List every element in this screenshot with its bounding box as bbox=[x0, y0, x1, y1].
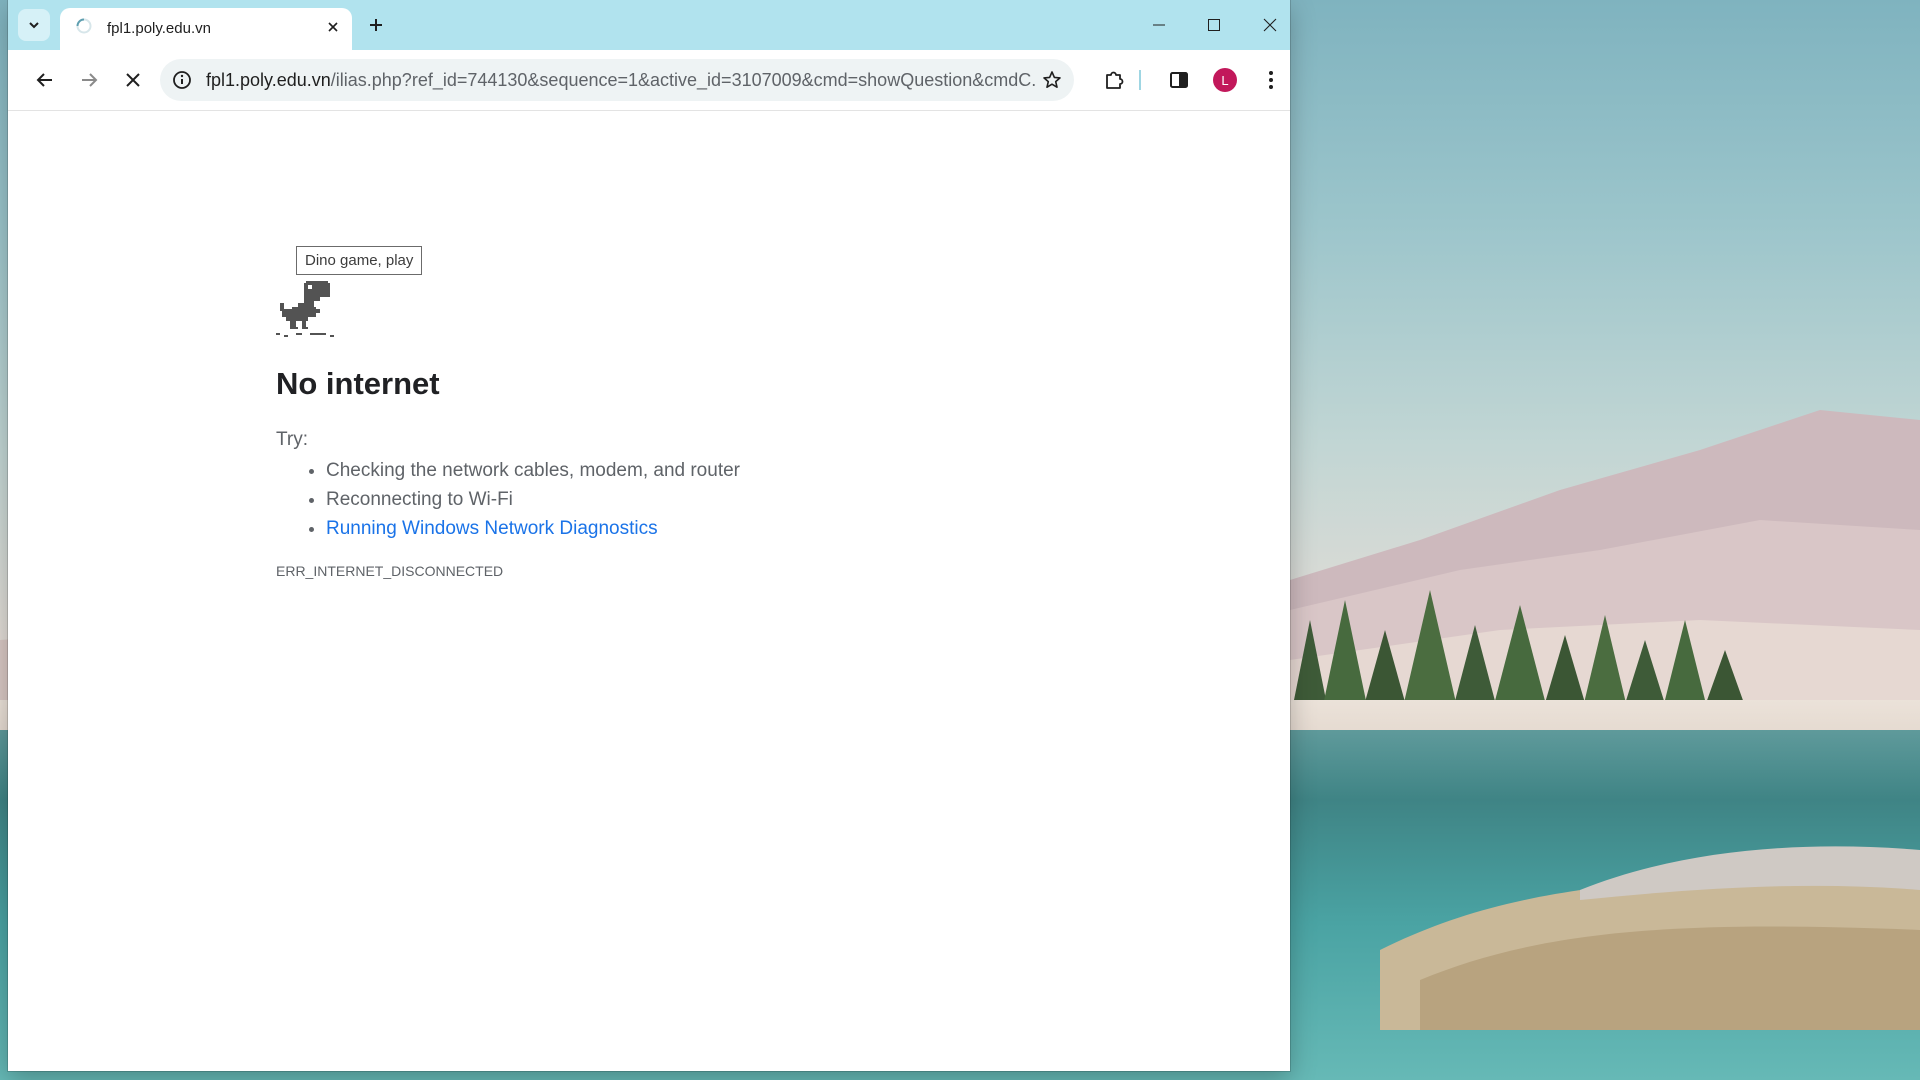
site-info-button[interactable] bbox=[166, 64, 198, 96]
new-tab-button[interactable] bbox=[360, 9, 392, 41]
spinner-icon bbox=[76, 18, 92, 34]
maximize-icon bbox=[1208, 19, 1220, 31]
profile-button[interactable]: L bbox=[1207, 62, 1243, 98]
star-icon bbox=[1043, 71, 1061, 88]
stop-loading-button[interactable] bbox=[115, 62, 151, 98]
forward-button[interactable] bbox=[71, 62, 107, 98]
maximize-button[interactable] bbox=[1186, 0, 1242, 50]
arrow-left-icon bbox=[36, 73, 52, 87]
active-tab[interactable]: fpl1.poly.edu.vn bbox=[60, 8, 352, 50]
puzzle-icon bbox=[1106, 71, 1124, 89]
list-item: Running Windows Network Diagnostics bbox=[326, 514, 740, 543]
url-path: /ilias.php?ref_id=744130&sequence=1&acti… bbox=[330, 70, 1036, 90]
browser-menu-button[interactable] bbox=[1253, 62, 1289, 98]
tab-search-button[interactable] bbox=[18, 9, 50, 41]
tab-title: fpl1.poly.edu.vn bbox=[107, 20, 211, 37]
dino-icon[interactable] bbox=[276, 281, 336, 339]
minimize-icon bbox=[1153, 24, 1165, 26]
dino-tooltip: Dino game, play bbox=[296, 246, 423, 275]
url-text[interactable]: fpl1.poly.edu.vn/ilias.php?ref_id=744130… bbox=[206, 70, 1036, 91]
info-icon bbox=[173, 71, 191, 89]
toolbar-separator bbox=[1139, 70, 1141, 90]
avatar: L bbox=[1213, 68, 1237, 92]
close-icon bbox=[126, 73, 140, 87]
url-host: fpl1.poly.edu.vn bbox=[206, 70, 331, 90]
list-item: Reconnecting to Wi-Fi bbox=[326, 485, 740, 514]
suggestions-list: Checking the network cables, modem, and … bbox=[276, 456, 740, 543]
side-panel-button[interactable] bbox=[1161, 62, 1197, 98]
page-content: Dino game, play No internet Try: • Check… bbox=[8, 111, 1290, 1071]
list-item: Checking the network cables, modem, and … bbox=[326, 456, 740, 485]
back-button[interactable] bbox=[27, 62, 63, 98]
minimize-button[interactable] bbox=[1131, 0, 1187, 50]
extensions-button[interactable] bbox=[1096, 62, 1132, 98]
close-window-button[interactable] bbox=[1242, 0, 1290, 50]
suggestion-text: Checking the network cables, modem, and … bbox=[326, 460, 740, 481]
plus-icon bbox=[370, 19, 382, 31]
network-diagnostics-link[interactable]: Running Windows Network Diagnostics bbox=[326, 518, 658, 539]
close-icon bbox=[1263, 18, 1277, 32]
error-code: ERR_INTERNET_DISCONNECTED bbox=[276, 563, 504, 579]
close-icon bbox=[328, 22, 338, 32]
try-label: Try: bbox=[276, 429, 309, 450]
suggestion-text: Reconnecting to Wi-Fi bbox=[326, 489, 513, 510]
browser-toolbar: fpl1.poly.edu.vn/ilias.php?ref_id=744130… bbox=[8, 50, 1290, 111]
wallpaper-grass bbox=[1380, 846, 1920, 1030]
error-title: No internet bbox=[276, 366, 440, 401]
arrow-right-icon bbox=[82, 73, 98, 87]
side-panel-icon bbox=[1170, 72, 1188, 88]
tab-strip: fpl1.poly.edu.vn bbox=[8, 0, 1290, 50]
chevron-down-icon bbox=[29, 22, 39, 29]
tab-close-button[interactable] bbox=[322, 16, 344, 38]
kebab-menu-icon bbox=[1269, 71, 1273, 89]
bookmark-button[interactable] bbox=[1036, 64, 1068, 96]
address-bar[interactable]: fpl1.poly.edu.vn/ilias.php?ref_id=744130… bbox=[160, 59, 1074, 101]
browser-window: fpl1.poly.edu.vn fpl1.poly.edu.vn/ilias.… bbox=[8, 0, 1290, 1071]
wallpaper-trees bbox=[1290, 590, 1750, 720]
